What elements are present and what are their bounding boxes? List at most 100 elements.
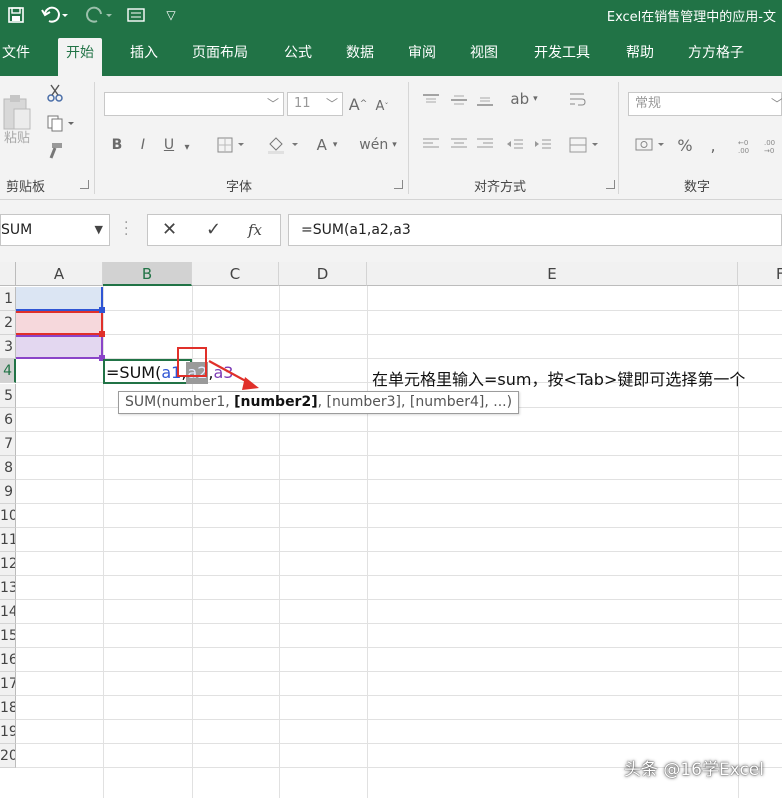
tab-review[interactable]: 审阅	[400, 38, 444, 76]
gridline-row	[16, 551, 782, 552]
row-header-20[interactable]: 20	[0, 744, 16, 768]
column-header-c[interactable]: C	[192, 262, 279, 286]
highlight-box	[177, 347, 207, 377]
tooltip-prefix: SUM(number1,	[125, 394, 235, 410]
tab-home[interactable]: 开始	[58, 38, 102, 76]
row-header-12[interactable]: 12	[0, 552, 16, 576]
tooltip-rest: , [number3], [number4], ...)	[317, 394, 513, 410]
orientation-icon[interactable]: ab ▾	[504, 88, 544, 110]
name-box[interactable]: SUM ▼	[0, 214, 110, 246]
font-launcher-icon[interactable]	[394, 180, 403, 189]
underline-button[interactable]: U	[160, 134, 178, 156]
align-left-icon[interactable]	[420, 134, 442, 154]
svg-text:.00: .00	[738, 147, 749, 154]
row-header-2[interactable]: 2	[0, 311, 16, 335]
borders-icon[interactable]	[214, 134, 248, 156]
tab-insert[interactable]: 插入	[122, 38, 166, 76]
increase-decimal-icon[interactable]: ←0.00	[736, 134, 758, 156]
tab-data[interactable]: 数据	[338, 38, 382, 76]
row-header-16[interactable]: 16	[0, 648, 16, 672]
tab-developer[interactable]: 开发工具	[526, 38, 598, 76]
font-size-combo[interactable]: 11 ﹀	[287, 92, 343, 116]
tab-file[interactable]: 文件	[0, 38, 38, 76]
save-icon[interactable]	[4, 4, 28, 26]
align-right-icon[interactable]	[474, 134, 496, 154]
tab-formulas[interactable]: 公式	[276, 38, 320, 76]
row-header-8[interactable]: 8	[0, 456, 16, 480]
column-header-f[interactable]: F	[738, 262, 782, 286]
row-header-7[interactable]: 7	[0, 432, 16, 456]
decrease-indent-icon[interactable]	[504, 134, 526, 154]
tab-help[interactable]: 帮助	[618, 38, 662, 76]
phonetic-icon[interactable]: wén ▾	[358, 134, 398, 156]
row-header-3[interactable]: 3	[0, 335, 16, 359]
bold-button[interactable]: B	[108, 134, 126, 156]
increase-indent-icon[interactable]	[532, 134, 554, 154]
gridline-column	[279, 286, 280, 798]
row-header-6[interactable]: 6	[0, 408, 16, 432]
merge-center-icon[interactable]	[566, 134, 602, 156]
accounting-format-icon[interactable]	[632, 134, 668, 156]
gridline-row	[16, 671, 782, 672]
form-icon[interactable]	[124, 4, 148, 26]
row-header-13[interactable]: 13	[0, 576, 16, 600]
column-header-d[interactable]: D	[279, 262, 367, 286]
cut-icon[interactable]	[44, 82, 66, 104]
row-header-14[interactable]: 14	[0, 600, 16, 624]
row-header-19[interactable]: 19	[0, 720, 16, 744]
row-header-1[interactable]: 1	[0, 287, 16, 311]
customize-icon[interactable]: ▽	[162, 4, 180, 26]
row-header-4[interactable]: 4	[0, 359, 16, 383]
decrease-decimal-icon[interactable]: .00 →0	[762, 134, 782, 156]
shrink-font-icon[interactable]: Aˇ	[372, 94, 392, 118]
ref-a1-handle[interactable]	[99, 307, 105, 313]
fill-color-icon[interactable]	[264, 134, 302, 156]
align-center-icon[interactable]	[448, 134, 470, 154]
wrap-text-icon[interactable]	[566, 88, 588, 110]
row-header-10[interactable]: 10	[0, 504, 16, 528]
formula-bar-splitter[interactable]: · · ·	[124, 216, 128, 242]
column-header-a[interactable]: A	[16, 262, 103, 286]
row-header-15[interactable]: 15	[0, 624, 16, 648]
grow-font-icon[interactable]: A ^	[348, 92, 368, 116]
number-format-combo[interactable]: 常规 ﹀	[628, 92, 782, 116]
format-painter-icon[interactable]	[44, 140, 66, 162]
comma-style-icon[interactable]: ,	[702, 134, 724, 156]
align-top-icon[interactable]	[420, 90, 442, 110]
name-box-value: SUM	[1, 222, 33, 238]
alignment-launcher-icon[interactable]	[606, 180, 615, 189]
enter-button[interactable]: ✓	[206, 219, 221, 240]
cancel-button[interactable]: ✕	[162, 219, 177, 240]
row-header-11[interactable]: 11	[0, 528, 16, 552]
gridline-row	[16, 719, 782, 720]
ribbon-home: 粘贴 剪贴板 ﹀ 11 ﹀ A ^ Aˇ B I U ▾ A ▾ wén ▾ 字…	[0, 76, 782, 200]
paste-label[interactable]: 粘贴	[0, 126, 34, 146]
insert-function-button[interactable]: fx	[248, 221, 262, 239]
clipboard-launcher-icon[interactable]	[80, 180, 89, 189]
formula-input[interactable]: =SUM(a1,a2,a3	[288, 214, 782, 246]
align-middle-icon[interactable]	[448, 90, 470, 110]
tab-view[interactable]: 视图	[462, 38, 506, 76]
row-header-5[interactable]: 5	[0, 384, 16, 408]
select-all-corner[interactable]	[0, 262, 16, 286]
percent-style-button[interactable]: %	[674, 134, 696, 156]
redo-icon[interactable]	[82, 4, 116, 26]
tab-page-layout[interactable]: 页面布局	[184, 38, 256, 76]
align-bottom-icon[interactable]	[474, 90, 496, 110]
function-argument-tooltip[interactable]: SUM(number1, [number2], [number3], [numb…	[118, 391, 520, 414]
number-format-value: 常规	[635, 96, 662, 111]
copy-icon[interactable]	[44, 112, 78, 134]
row-header-18[interactable]: 18	[0, 696, 16, 720]
tab-fangfang[interactable]: 方方格子	[680, 38, 752, 76]
italic-button[interactable]: I	[134, 134, 152, 156]
row-header-17[interactable]: 17	[0, 672, 16, 696]
undo-icon[interactable]	[38, 4, 72, 26]
font-name-combo[interactable]: ﹀	[104, 92, 284, 116]
font-color-icon[interactable]: A ▾	[310, 134, 344, 156]
column-header-e[interactable]: E	[367, 262, 738, 286]
ref-a2-handle[interactable]	[99, 331, 105, 337]
column-header-b[interactable]: B	[103, 262, 192, 286]
font-group-label: 字体	[226, 180, 253, 195]
chevron-down-icon[interactable]: ▾	[180, 136, 194, 158]
row-header-9[interactable]: 9	[0, 480, 16, 504]
